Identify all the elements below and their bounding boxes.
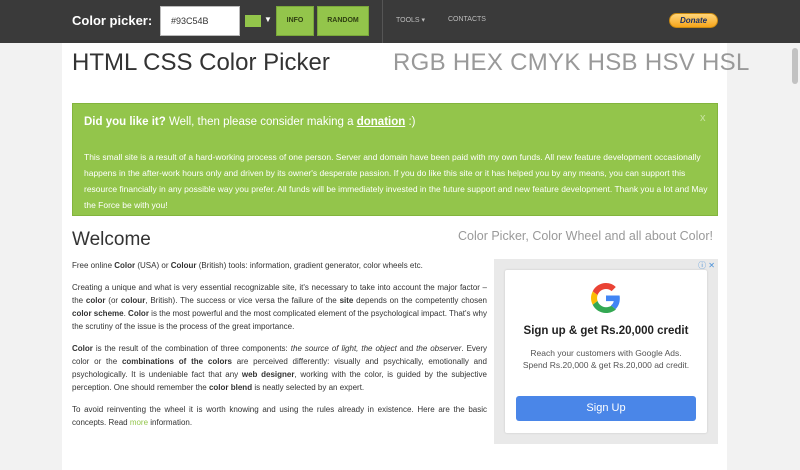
ad-description: Reach your customers with Google Ads. Sp… xyxy=(522,348,690,370)
random-button[interactable]: RANDOM xyxy=(317,6,369,36)
google-ad[interactable]: ⓘ ✕ Sign up & get Rs.20,000 credit Reach… xyxy=(494,259,718,444)
sign-up-button[interactable]: Sign Up xyxy=(516,396,696,421)
donate-button[interactable]: Donate xyxy=(669,13,718,28)
paragraph-intro: Free online Color (USA) or Colour (Briti… xyxy=(72,261,423,270)
alert-question: Did you like it? xyxy=(84,116,166,128)
info-button[interactable]: INFO xyxy=(276,6,314,36)
ad-card: Sign up & get Rs.20,000 credit Reach you… xyxy=(505,270,707,433)
nav-divider xyxy=(382,0,383,43)
brand-label: Color picker: xyxy=(72,13,153,28)
alert-text: Well, then please consider making a xyxy=(165,116,357,128)
color-models-title: RGB HEX CMYK HSB HSV HSL xyxy=(393,49,750,76)
scrollbar-track[interactable] xyxy=(789,43,800,470)
top-navbar: Color picker: ▼ INFO RANDOM TOOLS ▾ CONT… xyxy=(0,0,800,43)
scrollbar-thumb[interactable] xyxy=(792,48,798,84)
tools-menu[interactable]: TOOLS ▾ xyxy=(396,16,425,24)
alert-body-text: This small site is a result of a hard-wo… xyxy=(84,152,708,210)
welcome-article: Free online Color (USA) or Colour (Briti… xyxy=(72,259,487,438)
ad-headline: Sign up & get Rs.20,000 credit xyxy=(523,325,689,337)
contacts-link[interactable]: CONTACTS xyxy=(448,16,486,23)
tagline: Color Picker, Color Wheel and all about … xyxy=(458,229,713,243)
color-swatch[interactable] xyxy=(245,15,261,27)
donation-alert: Did you like it? Well, then please consi… xyxy=(72,103,718,216)
paragraph-site: Creating a unique and what is very essen… xyxy=(72,283,487,331)
donation-link[interactable]: donation xyxy=(357,116,406,128)
alert-suffix: :) xyxy=(405,116,416,128)
welcome-heading: Welcome xyxy=(72,229,151,250)
google-logo-icon xyxy=(591,283,620,313)
page-title: HTML CSS Color Picker xyxy=(72,49,330,76)
paragraph-rules: To avoid reinventing the wheel it is wor… xyxy=(72,405,487,427)
paragraph-components: Color is the result of the combination o… xyxy=(72,344,488,392)
more-link[interactable]: more xyxy=(130,418,148,427)
alert-heading: Did you like it? Well, then please consi… xyxy=(84,116,416,128)
hex-color-input[interactable] xyxy=(160,6,240,36)
close-icon[interactable]: x xyxy=(700,112,706,124)
chevron-down-icon[interactable]: ▼ xyxy=(264,15,272,24)
